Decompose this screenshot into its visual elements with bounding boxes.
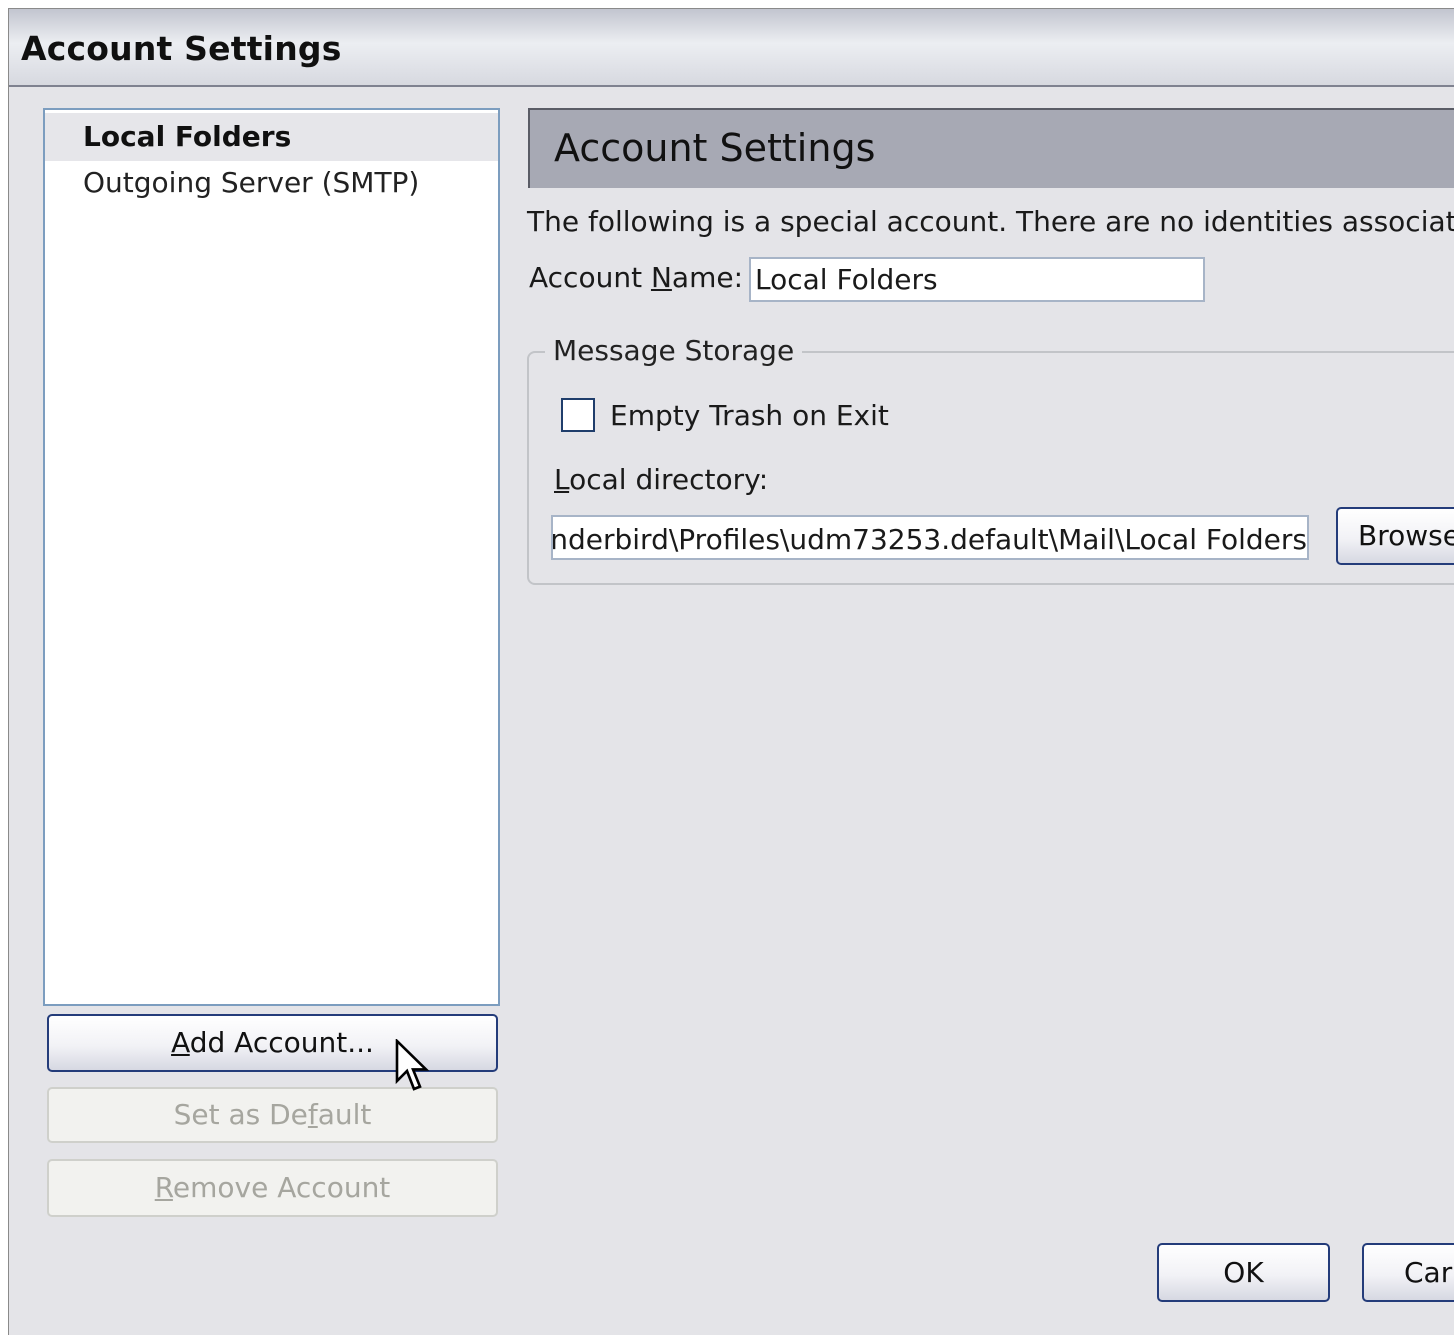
account-name-input[interactable]: Local Folders xyxy=(749,257,1205,302)
set-as-default-button[interactable]: Set as Default xyxy=(47,1087,498,1143)
local-directory-label: Local directory: xyxy=(554,463,769,496)
mouse-pointer-icon xyxy=(395,1039,429,1091)
remove-account-button[interactable]: Remove Account xyxy=(47,1159,498,1217)
local-directory-value: \Thunderbird\Profiles\udm73253.default\M… xyxy=(551,523,1307,556)
message-storage-legend: Message Storage xyxy=(545,334,803,367)
remove-account-label: emove Account xyxy=(172,1171,391,1204)
accesskey: R xyxy=(154,1171,173,1204)
panel-header-title: Account Settings xyxy=(554,126,876,170)
set-default-label-tail: ault xyxy=(317,1098,372,1131)
special-account-description: The following is a special account. Ther… xyxy=(527,205,1454,238)
add-account-label: dd Account... xyxy=(189,1026,374,1059)
set-default-label: Set as De xyxy=(173,1098,308,1131)
empty-trash-checkbox[interactable] xyxy=(561,398,595,432)
panel-header: Account Settings xyxy=(528,108,1454,188)
account-list-item-outgoing-server[interactable]: Outgoing Server (SMTP) xyxy=(45,161,498,209)
title-bar[interactable]: Account Settings xyxy=(9,9,1454,87)
cancel-button[interactable]: Car xyxy=(1362,1243,1454,1302)
account-list-item-local-folders[interactable]: Local Folders xyxy=(45,113,498,161)
account-list-item-label: Local Folders xyxy=(83,120,292,153)
empty-trash-label[interactable]: Empty Trash on Exit xyxy=(610,399,889,432)
window-title: Account Settings xyxy=(21,29,342,68)
ok-button[interactable]: OK xyxy=(1157,1243,1330,1302)
account-settings-dialog: Account Settings Local Folders Outgoing … xyxy=(8,8,1454,1335)
browse-button[interactable]: Browse xyxy=(1336,507,1454,565)
account-list-item-label: Outgoing Server (SMTP) xyxy=(83,166,420,199)
local-directory-input[interactable]: \Thunderbird\Profiles\udm73253.default\M… xyxy=(551,515,1309,560)
account-name-label: Account Name: xyxy=(529,261,743,294)
accesskey: f xyxy=(307,1098,318,1131)
add-account-button[interactable]: Add Account... xyxy=(47,1014,498,1072)
account-list[interactable]: Local Folders Outgoing Server (SMTP) xyxy=(43,108,500,1006)
accesskey: A xyxy=(171,1026,190,1059)
